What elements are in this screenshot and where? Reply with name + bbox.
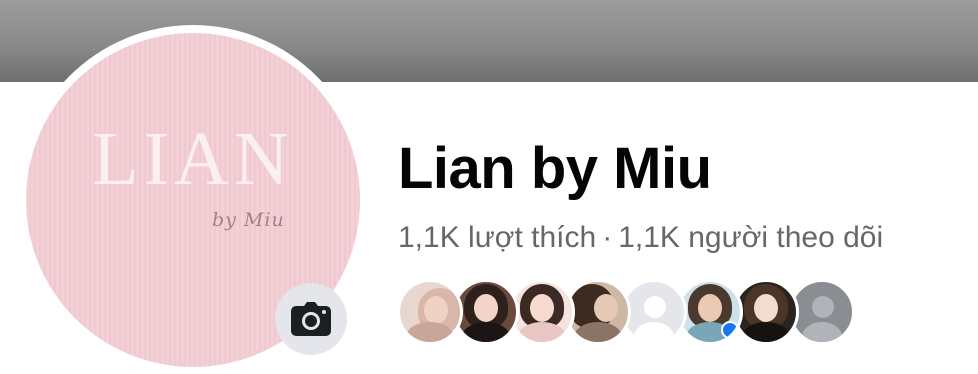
- friend-body: [742, 322, 790, 342]
- friend-avatar[interactable]: [397, 279, 463, 345]
- friend-face: [754, 294, 778, 322]
- page-title: Lian by Miu: [398, 136, 712, 201]
- friend-body: [518, 322, 566, 342]
- default-avatar-head: [644, 296, 666, 318]
- friend-face: [594, 294, 618, 322]
- verified-badge-icon: [721, 321, 739, 339]
- friend-face: [474, 294, 498, 322]
- camera-icon: [291, 302, 331, 336]
- friend-body: [574, 322, 622, 342]
- page-header: LIAN by Miu Lian by Miu 1,1K lượt thích ·…: [0, 0, 978, 374]
- friend-face: [530, 294, 554, 322]
- followers-count-link[interactable]: 1,1K người theo dõi: [618, 221, 883, 254]
- logo-subtext: by Miu: [212, 209, 285, 231]
- logo-text: LIAN: [92, 117, 294, 201]
- friend-avatars-row: [397, 279, 867, 345]
- friend-face: [698, 294, 722, 322]
- update-profile-picture-button[interactable]: [275, 283, 347, 355]
- stats-separator: ·: [602, 221, 613, 254]
- friend-face: [424, 296, 448, 324]
- default-avatar-body: [802, 322, 842, 342]
- default-avatar-body: [634, 322, 674, 342]
- friend-body: [406, 322, 454, 342]
- default-avatar-head: [812, 296, 834, 318]
- likes-count-link[interactable]: 1,1K lượt thích: [398, 221, 596, 254]
- friend-body: [462, 322, 510, 342]
- page-stats: 1,1K lượt thích · 1,1K người theo dõi: [398, 218, 883, 257]
